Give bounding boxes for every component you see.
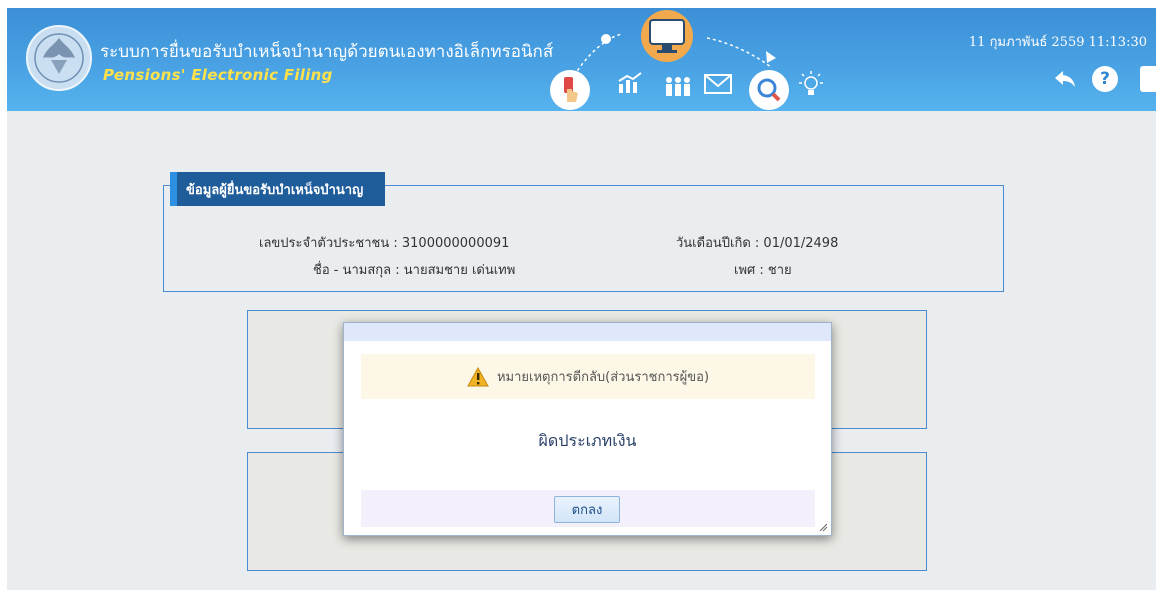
dialog-titlebar[interactable] bbox=[344, 323, 831, 341]
applicant-info-legend: ข้อมูลผู้ยื่นขอรับบำเหน็จบำนาญ bbox=[170, 172, 386, 206]
ok-button[interactable]: ตกลง bbox=[554, 496, 620, 523]
back-icon bbox=[1055, 71, 1075, 87]
touch-icon bbox=[550, 70, 590, 110]
menu-button[interactable] bbox=[1140, 66, 1156, 92]
app-header: ระบบการยื่นขอรับบำเหน็จบำนาญด้วยตนเองทาง… bbox=[7, 8, 1156, 111]
full-name-label: ชื่อ - นามสกุล : bbox=[313, 263, 404, 278]
full-name-value: นายสมชาย เด่นเทพ bbox=[403, 263, 516, 278]
warning-text: หมายเหตุการตีกลับ(ส่วนราชการผู้ขอ) bbox=[496, 370, 710, 385]
resize-grip-icon[interactable] bbox=[818, 522, 828, 532]
search-icon bbox=[749, 70, 789, 110]
lightbulb-icon bbox=[799, 71, 823, 95]
chart-icon bbox=[618, 72, 642, 93]
app-title-english: Pensions' Electronic Filing bbox=[103, 66, 333, 84]
birth-date-value: 01/01/2498 bbox=[763, 236, 839, 251]
current-datetime: 11 กุมภาพันธ์ 2559 11:13:30 bbox=[968, 35, 1147, 50]
monitor-icon bbox=[641, 10, 693, 62]
help-button[interactable]: ? bbox=[1092, 66, 1118, 92]
sex-value: ชาย bbox=[767, 263, 792, 278]
sex-label: เพศ : bbox=[734, 263, 768, 278]
warning-box: หมายเหตุการตีกลับ(ส่วนราชการผู้ขอ) bbox=[361, 354, 815, 399]
mail-icon bbox=[704, 74, 732, 94]
birth-date-label: วันเดือนปีเกิด : bbox=[676, 236, 764, 251]
full-name-row: ชื่อ - นามสกุล : นายสมชาย เด่นเทพ bbox=[313, 259, 515, 280]
sex-row: เพศ : ชาย bbox=[734, 259, 792, 280]
dialog-button-bar: ตกลง bbox=[361, 490, 815, 527]
help-icon: ? bbox=[1100, 69, 1110, 89]
app-title-thai: ระบบการยื่นขอรับบำเหน็จบำนาญด้วยตนเองทาง… bbox=[100, 42, 554, 62]
back-button[interactable] bbox=[1052, 66, 1078, 92]
people-icon bbox=[666, 77, 690, 96]
warning-icon bbox=[467, 366, 489, 386]
dialog-message: ผิดประเภทเงิน bbox=[538, 431, 637, 450]
birth-date-row: วันเดือนปีเกิด : 01/01/2498 bbox=[676, 232, 838, 253]
return-note-dialog: หมายเหตุการตีกลับ(ส่วนราชการผู้ขอ) ผิดปร… bbox=[343, 322, 832, 536]
citizen-id-label: เลขประจำตัวประชาชน : bbox=[259, 236, 402, 251]
citizen-id-row: เลขประจำตัวประชาชน : 3100000000091 bbox=[259, 232, 509, 253]
citizen-id-value: 3100000000091 bbox=[401, 236, 510, 251]
seal-logo bbox=[26, 25, 92, 91]
